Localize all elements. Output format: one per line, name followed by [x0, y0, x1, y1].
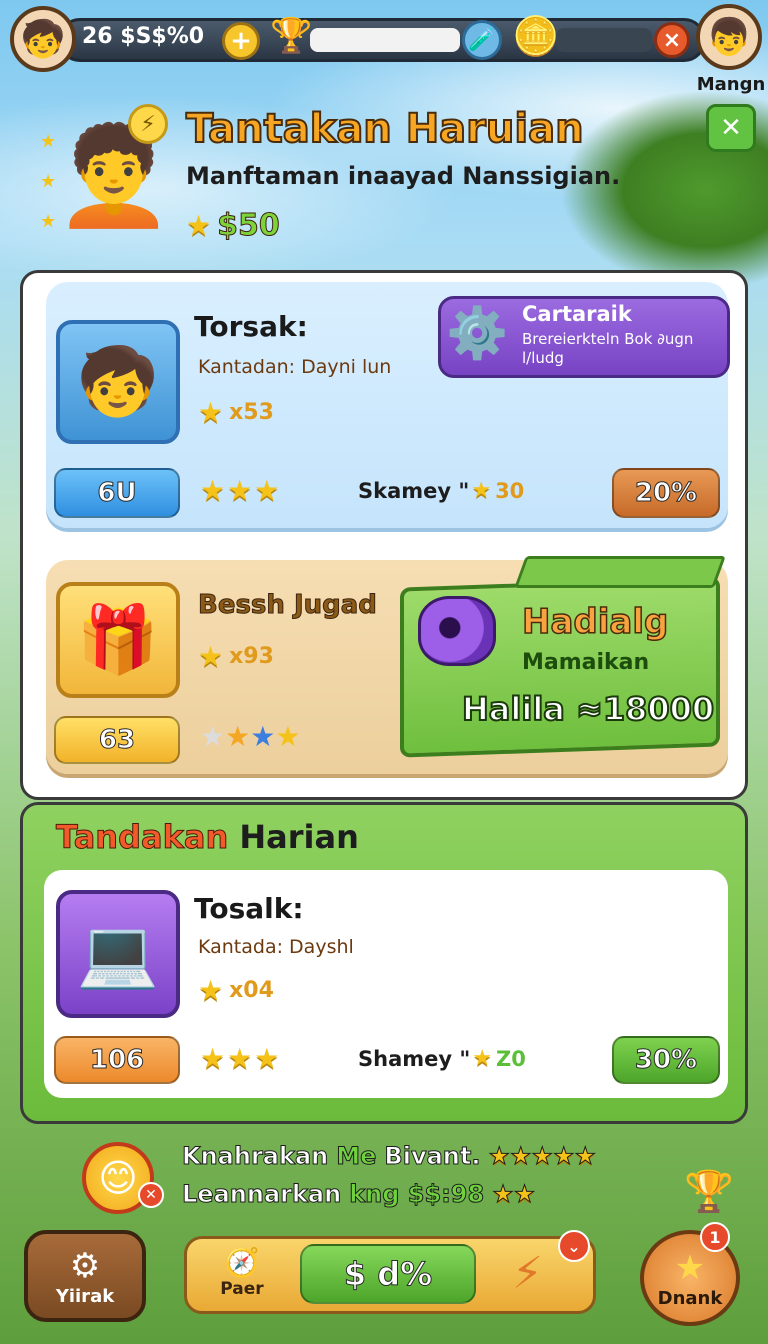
add-currency-button[interactable]: +: [222, 22, 260, 60]
star-icon: ★: [198, 974, 226, 1007]
quest-1-desc: Kantadan: Dayni lun: [198, 356, 392, 378]
purple-tape-icon: [418, 596, 496, 666]
dismiss-notice-icon[interactable]: ✕: [138, 1182, 164, 1208]
quest-3-laptop-icon[interactable]: 💻: [56, 890, 180, 1018]
notice-2-part-b: kng $$:98: [349, 1180, 485, 1209]
quest-1-character-icon[interactable]: 🧒: [56, 320, 180, 444]
player-avatar-left[interactable]: 🧒: [10, 6, 76, 72]
quest-1-promo-desc: Brereierkteln Bok ∂ugn l/ludg: [522, 330, 694, 367]
quest-3-title: Tosalk:: [194, 892, 304, 925]
star-icon: ★: [198, 396, 226, 429]
claim-main-button[interactable]: $ d%: [300, 1244, 476, 1304]
star-icon: ★: [674, 1247, 706, 1288]
claim-main-label: $ d%: [343, 1255, 433, 1294]
rank-badge: 1: [700, 1222, 730, 1252]
quest-3-rating-stars: ★★★: [200, 1042, 282, 1075]
settings-label: Yiirak: [55, 1285, 115, 1307]
notice-1-part-b: Me: [336, 1142, 377, 1171]
quest-3-share-value: Z0: [496, 1046, 526, 1071]
star-row-icon: ★★: [492, 1180, 536, 1209]
header-reward: ★ $50: [186, 208, 281, 244]
rank-label: Dnank: [657, 1287, 723, 1309]
quest-3-level-button[interactable]: 106: [54, 1036, 180, 1084]
quest-3-desc: Kantada: Dayshl: [198, 936, 354, 958]
quest-2-star-row: ★ x93: [198, 640, 274, 673]
section-2-header: Tandakan Harian: [55, 818, 359, 857]
quest-1-share-label: Skamey ": [358, 478, 470, 503]
quest-2-level-button[interactable]: 63: [54, 716, 180, 764]
plus-icon: +: [230, 26, 252, 56]
rank-badge-count: 1: [709, 1227, 721, 1247]
quest-2-title: Bessh Jugad: [198, 590, 378, 621]
quest-1-star-count: x53: [229, 400, 274, 425]
quest-1-promo-title: Cartaraik: [522, 302, 632, 326]
compass-icon: 🧭: [224, 1245, 260, 1279]
quest-3-level-label: 106: [89, 1045, 145, 1076]
star-icon: ★: [472, 1046, 495, 1071]
player-avatar-right[interactable]: 👦: [696, 4, 762, 70]
quest-1-share-value: 30: [495, 478, 525, 503]
quest-2-star-count: x93: [229, 644, 274, 669]
star-icon: ★: [186, 209, 214, 242]
banner-value: Halila ≈18000: [461, 689, 715, 729]
notice-1-part-a: Knahrakan: [181, 1142, 329, 1171]
quest-1-percent-button[interactable]: 20%: [612, 468, 720, 518]
sparkle-stars-decoration: ★ ★ ★: [40, 131, 57, 232]
page-subtitle: Manftaman inaayad Nanssigian.: [186, 162, 621, 190]
compass-button[interactable]: 🧭 Paer: [214, 1240, 270, 1304]
quest-1-share: Skamey " ★ 30: [358, 478, 524, 503]
close-top-button[interactable]: ×: [654, 22, 690, 58]
trophy-icon: 🏆: [270, 16, 313, 56]
quest-3-share: Shamey " ★ Z0: [358, 1046, 526, 1071]
notice-2-part-a: Leannarkan: [181, 1180, 342, 1209]
section-2-header-rest: Harian: [239, 818, 359, 856]
compass-label: Paer: [220, 1278, 264, 1299]
quest-3-percent-label: 30%: [634, 1045, 698, 1076]
page-title: Tantakan Haruian: [185, 105, 585, 153]
currency-display: 26 $S$%0: [82, 24, 222, 56]
quest-1-level-button[interactable]: 6U: [54, 468, 180, 518]
banner-subtitle: Mamaikan: [522, 650, 650, 675]
gear-parts-icon: ⚙️: [446, 304, 509, 362]
close-icon: ✕: [720, 113, 742, 143]
coin-icon: 🪙: [512, 14, 560, 58]
banner-title: Hadialg: [521, 601, 669, 643]
settings-button[interactable]: ⚙ Yiirak: [24, 1230, 146, 1322]
quest-3-percent-button[interactable]: 30%: [612, 1036, 720, 1084]
star-icon: ★: [198, 640, 226, 673]
quest-2-gift-icon[interactable]: 🎁: [56, 582, 180, 698]
lightning-bubble-icon: ⚡: [128, 104, 168, 144]
quest-3-star-count: x04: [229, 978, 274, 1003]
quest-1-percent-label: 20%: [634, 478, 698, 509]
banner-ribbon-decoration: [514, 556, 726, 588]
notice-line-2: Leannarkan kng $$:98 ★★: [181, 1180, 536, 1209]
notification-heart-icon[interactable]: ⌄: [558, 1230, 590, 1262]
quest-1-star-row: ★ x53: [198, 396, 274, 429]
quest-3-share-label: Shamey ": [358, 1046, 471, 1071]
potion-icon[interactable]: 🧪: [462, 20, 502, 60]
quest-1-rating-stars: ★★★: [200, 474, 282, 507]
coin-bar-track: [556, 28, 652, 52]
section-2-header-accent: Tandakan: [55, 818, 229, 857]
currency-text: 26 $S$%0: [82, 24, 205, 49]
quest-1-title: Torsak:: [194, 310, 308, 343]
quest-2-rating-stars: ★★★★: [200, 720, 301, 753]
star-row-icon: ★★★★★: [488, 1142, 597, 1171]
notice-line-1: Knahrakan Me Bivant. ★★★★★: [181, 1142, 597, 1171]
star-icon: ★: [471, 478, 494, 503]
close-icon: ×: [662, 27, 682, 53]
energy-progress-bar: [310, 28, 460, 52]
reward-amount: $50: [217, 208, 281, 244]
header-close-button[interactable]: ✕: [706, 104, 756, 152]
quest-1-level-label: 6U: [97, 478, 137, 509]
quest-2-level-label: 63: [98, 725, 136, 756]
notice-1-part-c: Bivant.: [384, 1142, 481, 1171]
gear-icon: ⚙: [69, 1245, 101, 1286]
quest-3-star-row: ★ x04: [198, 974, 274, 1007]
lightning-arrow-icon[interactable]: ⚡: [512, 1248, 543, 1299]
trophy-mini-icon: 🏆: [684, 1169, 734, 1215]
player-name: Mangn: [696, 74, 766, 95]
